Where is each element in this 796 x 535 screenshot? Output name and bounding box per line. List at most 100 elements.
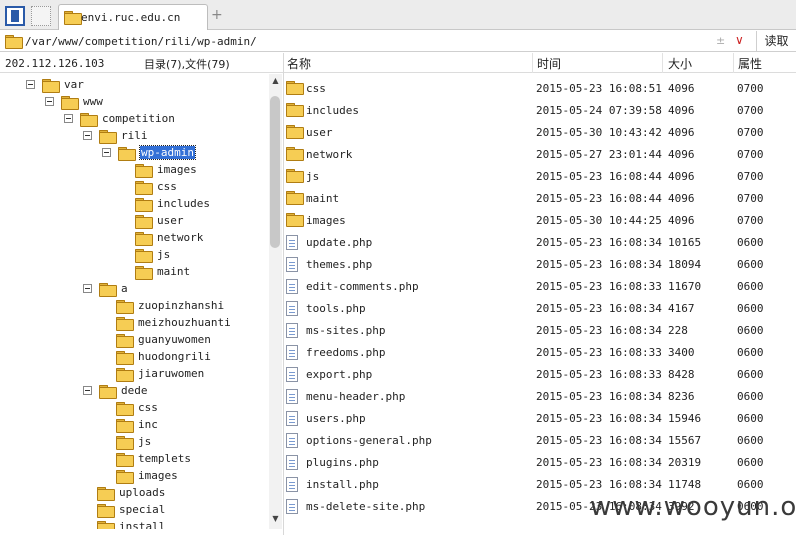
collapse-icon[interactable]	[45, 97, 54, 106]
file-icon	[286, 279, 298, 294]
tree-item-label: jiaruwomen	[138, 367, 205, 380]
collapse-icon[interactable]	[83, 131, 92, 140]
tree-item[interactable]: images	[135, 161, 197, 178]
select-icon[interactable]	[31, 6, 51, 26]
list-item[interactable]: users.php 2015-05-23 16:08:34 15946 0600	[284, 407, 796, 429]
collapse-icon[interactable]	[83, 386, 92, 395]
folder-icon	[64, 11, 70, 24]
tab-envi[interactable]: envi.ruc.edu.cn	[58, 4, 208, 30]
list-item[interactable]: export.php 2015-05-23 16:08:33 8428 0600	[284, 363, 796, 385]
add-tab-button[interactable]: +	[211, 7, 223, 23]
tree-item-label: special	[119, 503, 166, 516]
list-item[interactable]: js 2015-05-23 16:08:44 4096 0700	[284, 165, 796, 187]
column-name[interactable]: 名称	[287, 55, 311, 72]
tree-item[interactable]: special	[97, 501, 165, 518]
list-item[interactable]: ms-sites.php 2015-05-23 16:08:34 228 0600	[284, 319, 796, 341]
tree-item[interactable]: images	[116, 467, 178, 484]
folder-icon	[80, 112, 98, 127]
tree-item[interactable]: js	[135, 246, 170, 263]
column-size[interactable]: 大小	[668, 55, 692, 72]
read-button[interactable]: 读取	[756, 31, 796, 52]
list-item[interactable]: maint 2015-05-23 16:08:44 4096 0700	[284, 187, 796, 209]
tree-item[interactable]: www	[45, 93, 103, 110]
list-item[interactable]: options-general.php 2015-05-23 16:08:34 15…	[284, 429, 796, 451]
folder-icon	[97, 520, 115, 529]
folder-icon	[99, 129, 117, 144]
folder-icon	[116, 469, 134, 484]
collapse-icon[interactable]	[26, 80, 35, 89]
list-item[interactable]: edit-comments.php 2015-05-23 16:08:33 1167…	[284, 275, 796, 297]
folder-icon	[116, 333, 134, 348]
file-list: css 2015-05-23 16:08:51 4096 0700 includes 2…	[284, 77, 796, 535]
list-item[interactable]: freedoms.php 2015-05-23 16:08:33 3400 0600	[284, 341, 796, 363]
tree-item-label: huodongrili	[138, 350, 211, 363]
tree-item-label: js	[138, 435, 152, 448]
panel-toggle-icon[interactable]	[5, 6, 25, 26]
tree-item-label: zuopinzhanshi	[138, 299, 225, 312]
scroll-thumb[interactable]	[270, 96, 280, 248]
collapse-icon[interactable]	[102, 148, 111, 157]
list-item[interactable]: user 2015-05-30 10:43:42 4096 0700	[284, 121, 796, 143]
tree-item-label: rili	[121, 129, 148, 142]
column-time[interactable]: 时间	[537, 55, 561, 72]
folder-icon	[135, 248, 153, 263]
tree-item[interactable]: var	[26, 76, 84, 93]
tree-item-label: dede	[121, 384, 148, 397]
folder-icon	[135, 197, 153, 212]
tree-item[interactable]: user	[135, 212, 184, 229]
tree-item[interactable]: inc	[116, 416, 158, 433]
list-item[interactable]: includes 2015-05-24 07:39:58 4096 0700	[284, 99, 796, 121]
collapse-icon[interactable]	[83, 284, 92, 293]
tree-item-label: network	[157, 231, 204, 244]
folder-icon	[116, 435, 134, 450]
tree-item[interactable]: rili	[83, 127, 148, 144]
file-icon	[286, 301, 298, 316]
folder-icon	[116, 316, 134, 331]
tree-item[interactable]: huodongrili	[116, 348, 211, 365]
list-item[interactable]: tools.php 2015-05-23 16:08:34 4167 0600	[284, 297, 796, 319]
tree-item[interactable]: zuopinzhanshi	[116, 297, 224, 314]
folder-icon	[116, 401, 134, 416]
file-icon	[286, 433, 298, 448]
tree-item-label: includes	[157, 197, 210, 210]
tree-item[interactable]: css	[116, 399, 158, 416]
list-item[interactable]: network 2015-05-27 23:01:44 4096 0700	[284, 143, 796, 165]
scroll-up-icon[interactable]: ▲	[271, 76, 280, 85]
tree-item[interactable]: includes	[135, 195, 210, 212]
tree-item[interactable]: uploads	[97, 484, 165, 501]
folder-icon	[116, 350, 134, 365]
list-item[interactable]: update.php 2015-05-23 16:08:34 10165 0600	[284, 231, 796, 253]
tree-item[interactable]: a	[83, 280, 128, 297]
scroll-down-icon[interactable]: ▼	[271, 514, 280, 523]
folder-icon	[135, 180, 153, 195]
tab-label: envi.ruc.edu.cn	[81, 11, 181, 24]
tree-item-selected[interactable]: wp-admin	[102, 144, 196, 161]
folder-icon	[116, 367, 134, 382]
list-item[interactable]: menu-header.php 2015-05-23 16:08:34 8236 06…	[284, 385, 796, 407]
list-item[interactable]: plugins.php 2015-05-23 16:08:34 20319 0600	[284, 451, 796, 473]
tree-item[interactable]: jiaruwomen	[116, 365, 204, 382]
tree-item[interactable]: install	[97, 518, 165, 529]
list-item[interactable]: css 2015-05-23 16:08:51 4096 0700	[284, 77, 796, 99]
path-input[interactable]: /var/www/competition/rili/wp-admin/	[25, 35, 257, 48]
tree-item[interactable]: network	[135, 229, 203, 246]
tree-item[interactable]: templets	[116, 450, 191, 467]
tree-item-label: css	[138, 401, 158, 414]
collapse-icon[interactable]	[64, 114, 73, 123]
tree-item[interactable]: js	[116, 433, 151, 450]
bookmark-icon[interactable]: ±	[716, 34, 725, 47]
tree-item-label: images	[138, 469, 178, 482]
tree-item[interactable]: guanyuwomen	[116, 331, 211, 348]
tree-item[interactable]: meizhouzhuanti	[116, 314, 231, 331]
folder-icon	[97, 503, 115, 518]
tree-item[interactable]: css	[135, 178, 177, 195]
tree-scrollbar[interactable]: ▲ ▼	[269, 74, 282, 529]
tree-item[interactable]: competition	[64, 110, 175, 127]
chevron-down-icon[interactable]: ∨	[735, 33, 744, 47]
tree-item[interactable]: maint	[135, 263, 190, 280]
list-item[interactable]: themes.php 2015-05-23 16:08:34 18094 0600	[284, 253, 796, 275]
tree-item[interactable]: dede	[83, 382, 148, 399]
tree-item-label: uploads	[119, 486, 166, 499]
list-item[interactable]: images 2015-05-30 10:44:25 4096 0700	[284, 209, 796, 231]
column-perm[interactable]: 属性	[738, 55, 762, 72]
